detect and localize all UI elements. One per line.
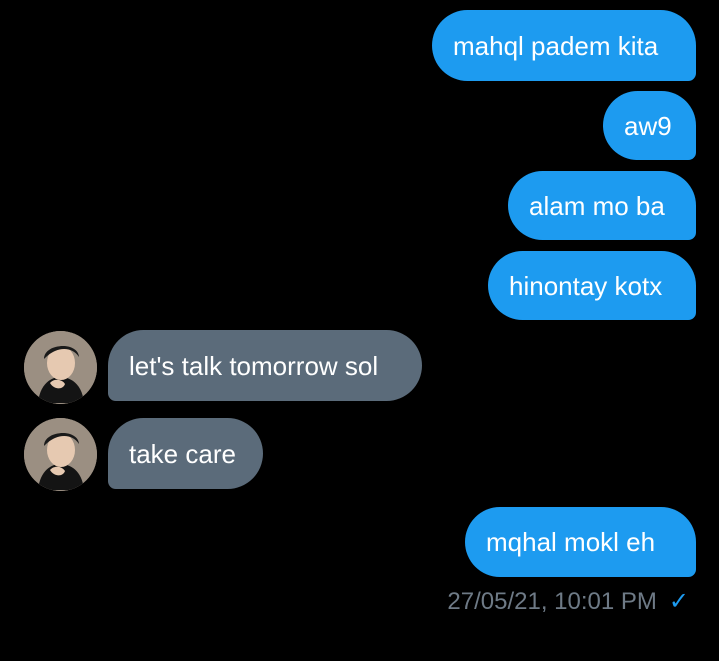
contact-avatar[interactable] (24, 418, 97, 491)
sent-message[interactable]: aw9 (603, 91, 696, 160)
received-message[interactable]: let's talk tomorrow sol (108, 330, 422, 401)
message-meta: 27/05/21, 10:01 PM ✓ (447, 584, 689, 620)
checkmark-icon: ✓ (668, 588, 689, 615)
message-timestamp: 27/05/21, 10:01 PM (447, 588, 657, 615)
avatar-photo (24, 418, 97, 491)
sent-message[interactable]: mqhal mokl eh (465, 507, 696, 577)
sent-message[interactable]: mahql padem kita (432, 10, 696, 81)
sent-message[interactable]: alam mo ba (508, 171, 696, 240)
sent-message[interactable]: hinontay kotx (488, 251, 696, 320)
avatar-photo (24, 331, 97, 404)
received-message[interactable]: take care (108, 418, 263, 489)
chat-thread: mahql padem kita aw9 alam mo ba hinontay… (0, 0, 719, 661)
contact-avatar[interactable] (24, 331, 97, 404)
